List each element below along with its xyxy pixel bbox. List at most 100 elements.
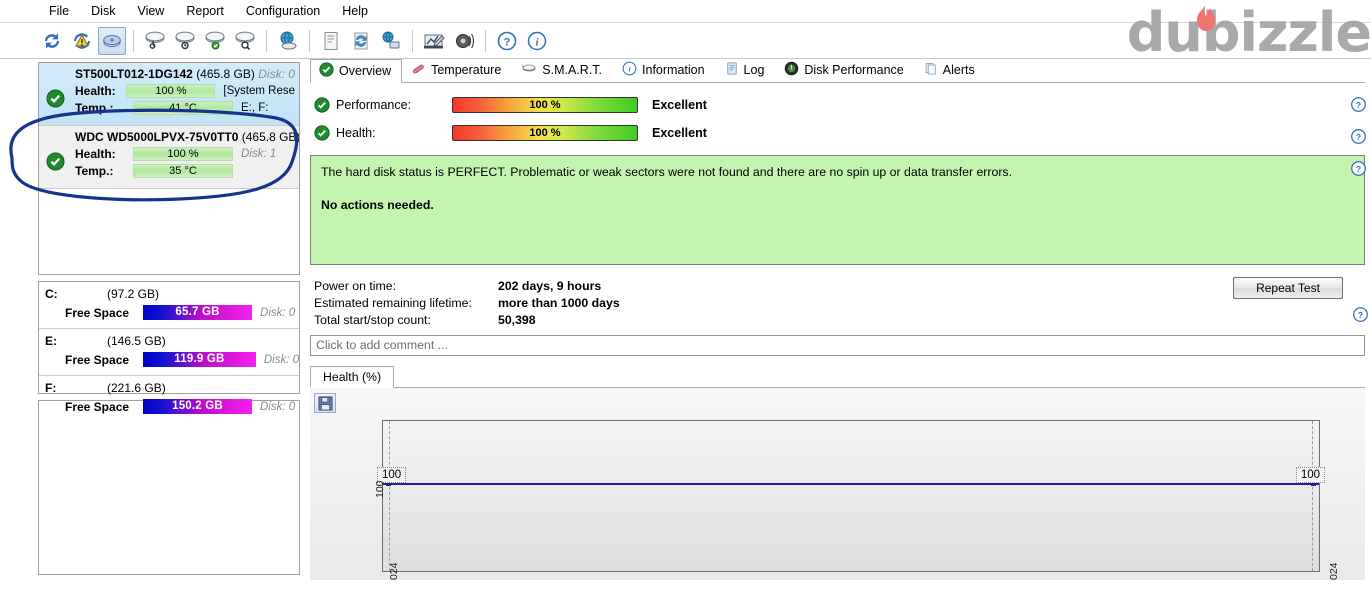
stat-label: Estimated remaining lifetime:	[314, 295, 472, 310]
tab-label: Alerts	[942, 63, 975, 77]
hdd-health-window: File Disk View Report Configuration Help	[0, 0, 1371, 600]
tab-log[interactable]: Log	[716, 58, 776, 82]
status-message-primary: The hard disk status is PERFECT. Problem…	[321, 165, 1012, 179]
volume-letter: C:	[45, 286, 58, 301]
stat-value: more than 1000 days	[498, 295, 620, 310]
help-icon[interactable]: ?	[493, 27, 521, 55]
health-verdict: Excellent	[652, 126, 707, 140]
disk-info-icon[interactable]	[98, 26, 126, 55]
status-message-box: The hard disk status is PERFECT. Problem…	[310, 155, 1365, 265]
tab-label: Information	[642, 63, 705, 77]
status-ok-icon	[314, 125, 330, 144]
performance-row: Performance: 100 % Excellent	[314, 91, 1365, 119]
check-circle-icon	[319, 61, 334, 80]
disk-clock-icon[interactable]	[171, 27, 199, 55]
overview-gauges: Performance: 100 % Excellent Health: 100…	[310, 83, 1365, 147]
volume-item-e[interactable]: E: (146.5 GB) Free Space 119.9 GB Disk: …	[39, 329, 299, 376]
toolbar: ? i	[0, 23, 1371, 59]
svg-text:?: ?	[504, 36, 511, 48]
volume-free-bar: 119.9 GB	[142, 352, 256, 367]
volume-letter: E:	[45, 333, 57, 348]
stat-row: Estimated remaining lifetime: more than …	[310, 294, 1365, 311]
performance-label: Performance:	[314, 97, 452, 113]
disk-health-row: Health: 100 % [System Rese	[43, 82, 295, 99]
chart-tab-bar: Health (%)	[310, 366, 1365, 388]
alerts-icon	[924, 61, 938, 79]
volume-disk-index: Disk: 0	[260, 400, 296, 413]
volume-item-c[interactable]: C: (97.2 GB) Free Space 65.7 GB Disk: 0	[39, 282, 299, 329]
repeat-test-button[interactable]: Repeat Test	[1233, 277, 1343, 299]
help-icon[interactable]: ?	[1347, 152, 1369, 184]
tab-disk-performance[interactable]: Disk Performance	[775, 58, 914, 82]
disk-list-item-0[interactable]: ST500LT012-1DG142 (465.8 GB) Disk: 0 Hea…	[39, 63, 299, 126]
toolbar-separator	[309, 29, 310, 52]
chart-tab-health[interactable]: Health (%)	[310, 366, 395, 388]
disk-model: WDC WD5000LPVX-75V0TT0	[75, 130, 239, 144]
network-icon[interactable]	[377, 27, 405, 55]
log-icon	[725, 61, 739, 79]
status-message-secondary: No actions needed.	[321, 198, 434, 212]
disk-scan-icon[interactable]	[141, 27, 169, 55]
tab-smart[interactable]: S.M.A.R.T.	[512, 58, 613, 82]
stat-label: Power on time:	[314, 278, 397, 293]
help-icon-column: ? ? ?	[1347, 88, 1369, 184]
menu-report[interactable]: Report	[175, 2, 235, 20]
menu-file[interactable]: File	[38, 2, 80, 20]
chart-x-axis-label-start: 024	[388, 562, 400, 580]
sync-icon[interactable]	[347, 27, 375, 55]
disk-ok-icon[interactable]	[201, 27, 229, 55]
report-icon[interactable]	[317, 27, 345, 55]
empty-panel	[38, 400, 300, 575]
menu-view[interactable]: View	[126, 2, 175, 20]
info-icon[interactable]: i	[523, 27, 551, 55]
disk-list-item-1[interactable]: WDC WD5000LPVX-75V0TT0 (465.8 GB) Health…	[39, 126, 299, 189]
save-icon[interactable]	[314, 393, 336, 413]
gauge-icon	[784, 61, 799, 79]
svg-text:?: ?	[1355, 163, 1360, 173]
chart-x-axis-label-end: 024	[1328, 562, 1340, 580]
svg-text:?: ?	[1355, 131, 1360, 141]
refresh-icon[interactable]	[38, 27, 66, 55]
menu-configuration[interactable]: Configuration	[235, 2, 331, 20]
sound-icon[interactable]	[450, 27, 478, 55]
tab-alerts[interactable]: Alerts	[915, 58, 986, 82]
chart-body: 100 100 100 024 024	[310, 388, 1365, 580]
status-ok-icon	[46, 152, 65, 174]
chart-y-axis-label: 100	[374, 480, 386, 498]
help-icon[interactable]: ?	[1352, 298, 1369, 330]
volume-free-bar: 65.7 GB	[143, 305, 253, 320]
smart-icon	[521, 61, 537, 79]
tab-information[interactable]: i Information	[613, 58, 716, 82]
disk-volumes-top: [System Rese	[223, 84, 295, 97]
warning-disk-icon[interactable]	[68, 27, 96, 55]
globe-disk-icon[interactable]	[274, 27, 302, 55]
toolbar-separator	[266, 29, 267, 52]
chart-gridline-right	[1312, 421, 1313, 571]
disk-search-icon[interactable]	[231, 27, 259, 55]
status-ok-icon	[46, 89, 65, 111]
tab-overview[interactable]: Overview	[310, 59, 403, 83]
volume-free-row: Free Space 119.9 GB Disk: 0	[39, 351, 299, 368]
comment-input[interactable]: Click to add comment ...	[310, 335, 1365, 356]
performance-label-text: Performance:	[336, 98, 412, 112]
volume-capacity: (221.6 GB)	[107, 380, 166, 395]
volume-header: F: (221.6 GB)	[39, 379, 299, 396]
help-icon[interactable]: ?	[1347, 120, 1369, 152]
performance-verdict: Excellent	[652, 98, 707, 112]
disk-temp-bar: 35 °C	[133, 163, 233, 178]
chart-edit-icon[interactable]	[420, 27, 448, 55]
disk-temp-row: Temp.: 41 °C E:, F:	[43, 99, 295, 116]
stat-value: 50,398	[498, 312, 536, 327]
disk-health-label: Health:	[75, 146, 116, 161]
menu-help[interactable]: Help	[331, 2, 379, 20]
tab-temperature[interactable]: Temperature	[402, 58, 512, 82]
volume-letter: F:	[45, 380, 57, 395]
toolbar-separator	[412, 29, 413, 52]
menu-disk[interactable]: Disk	[80, 2, 126, 20]
disk-health-bar: 100 %	[133, 146, 233, 161]
help-icon[interactable]: ?	[1347, 88, 1369, 120]
chart-gridline-left	[389, 421, 390, 571]
disk-temp-bar: 41 °C	[133, 100, 233, 115]
volume-free-row: Free Space 150.2 GB Disk: 0	[39, 398, 299, 415]
volume-disk-index: Disk: 0	[260, 306, 296, 319]
